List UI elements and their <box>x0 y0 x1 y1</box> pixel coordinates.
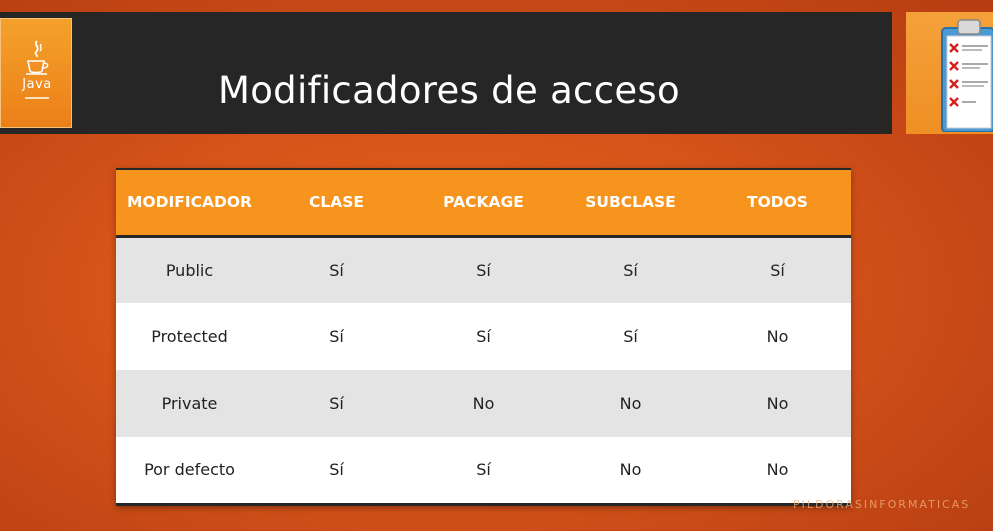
access-cell: No <box>472 394 495 413</box>
column-header-todos: TODOS <box>747 193 808 212</box>
access-cell: No <box>766 327 789 346</box>
modifier-cell: Public <box>165 260 214 280</box>
table-row: Protected Sí Sí Sí No <box>116 303 851 370</box>
modifier-cell: Por defecto <box>144 460 235 480</box>
access-cell: No <box>766 460 789 480</box>
column-header-modificador: MODIFICADOR <box>127 193 252 212</box>
java-wordmark: Java <box>22 77 52 92</box>
java-underline <box>25 97 49 99</box>
table-header-row: MODIFICADOR CLASE PACKAGE SUBCLASE TODOS <box>116 169 851 236</box>
access-cell: Sí <box>623 327 638 346</box>
clipboard-tile <box>906 12 993 134</box>
watermark: PILDORASINFORMATICAS <box>793 498 971 511</box>
access-cell: Sí <box>329 460 344 480</box>
access-cell: Sí <box>623 260 638 280</box>
column-header-clase: CLASE <box>309 193 364 212</box>
access-cell: No <box>619 394 642 413</box>
access-cell: Sí <box>329 260 344 280</box>
table-row: Public Sí Sí Sí Sí <box>116 236 851 303</box>
access-cell: Sí <box>770 260 785 280</box>
table-row: Por defecto Sí Sí No No <box>116 437 851 504</box>
modifier-cell: Protected <box>151 327 228 346</box>
access-cell: Sí <box>476 460 491 480</box>
access-modifiers-table: MODIFICADOR CLASE PACKAGE SUBCLASE TODOS… <box>116 168 851 506</box>
page-title: Modificadores de acceso <box>218 68 680 112</box>
java-coffee-cup-icon <box>26 40 49 75</box>
clipboard-checklist-icon <box>941 19 993 132</box>
table-row: Private Sí No No No <box>116 370 851 437</box>
column-header-package: PACKAGE <box>443 193 524 212</box>
access-cell: Sí <box>476 327 491 346</box>
access-cell: Sí <box>329 327 344 346</box>
access-cell: Sí <box>329 394 344 413</box>
java-logo: Java <box>0 18 72 128</box>
access-cell: Sí <box>476 260 491 280</box>
modifier-cell: Private <box>161 394 218 413</box>
access-cell: No <box>766 394 789 413</box>
column-header-subclase: SUBCLASE <box>585 193 676 212</box>
access-cell: No <box>619 460 642 480</box>
